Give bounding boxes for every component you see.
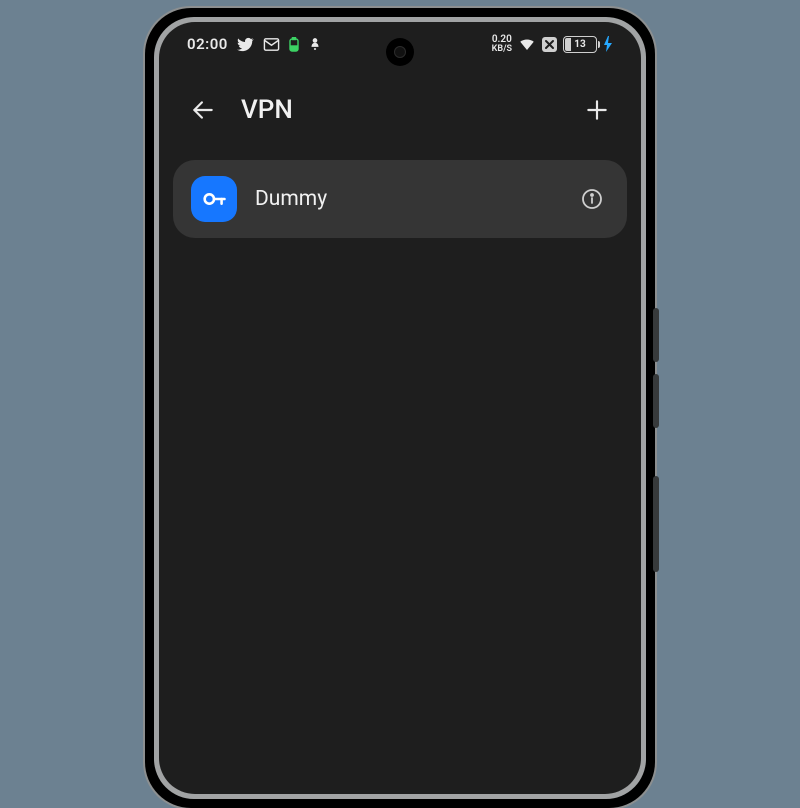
app-bar: VPN [159, 66, 641, 160]
screen: 02:00 0.20 [159, 22, 641, 794]
back-button[interactable] [181, 88, 225, 132]
add-vpn-button[interactable] [575, 88, 619, 132]
power-button[interactable] [653, 476, 659, 572]
status-bar: 02:00 0.20 [159, 22, 641, 66]
page-title: VPN [241, 95, 293, 125]
info-icon [580, 187, 604, 211]
vpn-info-button[interactable] [575, 182, 609, 216]
plus-icon [584, 97, 610, 123]
phone-frame: 02:00 0.20 [145, 8, 655, 808]
notification-icon [308, 37, 322, 51]
battery-saver-icon [289, 37, 299, 52]
wifi-icon [518, 35, 536, 53]
status-bar-left: 02:00 [187, 35, 322, 53]
battery-level [565, 38, 571, 51]
battery-indicator: 13 [563, 36, 597, 53]
volume-up-button[interactable] [653, 308, 659, 362]
data-rate-value: 0.20 [492, 35, 512, 45]
volume-down-button[interactable] [653, 374, 659, 428]
gmail-icon [263, 36, 280, 53]
no-signal-icon [542, 37, 557, 52]
status-clock: 02:00 [187, 35, 228, 53]
battery-percent: 13 [574, 39, 585, 50]
phone-bezel: 02:00 0.20 [154, 17, 646, 799]
vpn-list-item[interactable]: Dummy [173, 160, 627, 238]
twitter-icon [237, 36, 254, 53]
data-rate-indicator: 0.20 KB/S [492, 35, 512, 54]
vpn-list: Dummy [159, 160, 641, 238]
arrow-left-icon [190, 97, 216, 123]
data-rate-unit: KB/S [492, 45, 512, 54]
status-bar-right: 0.20 KB/S 13 [492, 35, 613, 54]
vpn-key-icon [191, 176, 237, 222]
vpn-item-name: Dummy [255, 187, 557, 211]
charging-icon [603, 36, 613, 52]
